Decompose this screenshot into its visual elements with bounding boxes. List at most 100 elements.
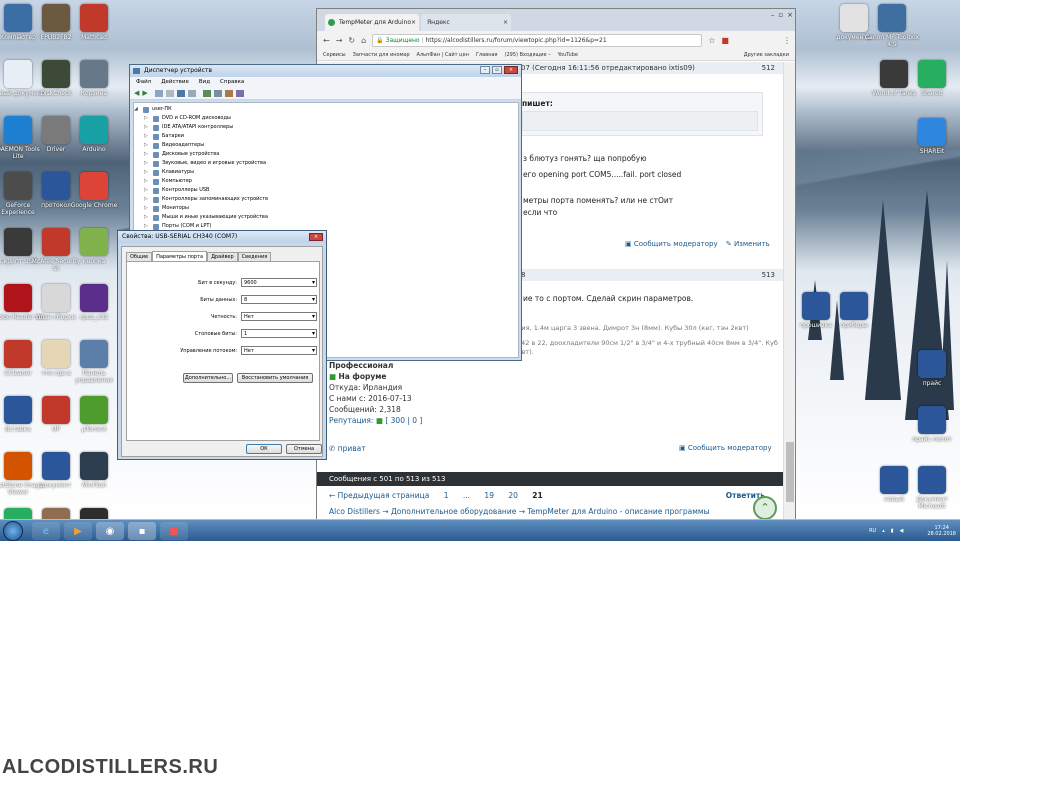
minimize-icon[interactable]: –	[771, 11, 775, 19]
desktop-shortcut[interactable]: SHAREit	[904, 118, 960, 155]
prev-page-link[interactable]: ← Предыдущая страница	[329, 491, 429, 500]
desktop-shortcut[interactable]: Shareit	[904, 60, 960, 97]
bookmark-item[interactable]: YouTube	[558, 52, 578, 58]
back-icon[interactable]: ◀	[134, 89, 139, 97]
minimize-icon[interactable]: –	[480, 66, 490, 74]
bookmark-item[interactable]: Главная	[476, 52, 498, 58]
stop-bits-select[interactable]: 1	[241, 329, 317, 338]
tree-root[interactable]: ◢ user-ПК	[134, 105, 518, 114]
network-icon[interactable]: ▮	[891, 528, 894, 534]
device-category[interactable]: ▷ DVD и CD-ROM дисководы	[144, 114, 518, 123]
chrome-icon[interactable]: ◉	[96, 522, 124, 540]
help-icon[interactable]	[176, 89, 185, 97]
app-task-icon[interactable]: ■	[160, 522, 188, 540]
expand-arrow-icon[interactable]: ▷	[144, 114, 149, 123]
expand-arrow-icon[interactable]: ▷	[144, 204, 149, 213]
bookmark-item[interactable]: АльпФан | Сайт цен	[417, 52, 469, 58]
star-icon[interactable]: ☆	[708, 36, 715, 45]
desktop-shortcut[interactable]: приборы	[826, 292, 882, 329]
private-link[interactable]: ✆ приват	[329, 444, 366, 453]
forward-icon[interactable]: →	[336, 36, 343, 45]
desktop-shortcut[interactable]: MiniTool	[66, 452, 122, 489]
bookmark-item[interactable]: Сервисы	[323, 52, 346, 58]
volume-icon[interactable]: ◀	[900, 528, 904, 534]
desktop-shortcut[interactable]: Корзина	[66, 60, 122, 97]
maximize-icon[interactable]: ▫	[492, 66, 502, 74]
expand-arrow-icon[interactable]: ▷	[144, 150, 149, 159]
bookmark-item[interactable]: Другие закладки	[744, 52, 789, 58]
page-link[interactable]: 20	[508, 491, 518, 500]
baud-rate-select[interactable]: 9600	[241, 278, 317, 287]
menu-item[interactable]: Файл	[136, 77, 151, 87]
grid-icon[interactable]	[187, 89, 196, 97]
expand-arrow-icon[interactable]: ▷	[144, 132, 149, 141]
maximize-icon[interactable]: ▫	[778, 11, 783, 19]
desktop-shortcut[interactable]: cpuz_x32	[66, 284, 122, 321]
expand-arrow-icon[interactable]: ▷	[144, 213, 149, 222]
desktop-shortcut[interactable]: Mathcad	[66, 4, 122, 41]
page-link[interactable]: 19	[484, 491, 494, 500]
restore-defaults-button[interactable]: Восстановить умолчания	[237, 373, 313, 383]
tray-arrow-icon[interactable]: ▴	[882, 528, 885, 534]
data-bits-select[interactable]: 8	[241, 295, 317, 304]
menu-item[interactable]: Действие	[161, 77, 189, 87]
desktop-shortcut[interactable]: Панель управления	[66, 340, 122, 384]
device-category[interactable]: ▷ Дисковые устройства	[144, 150, 518, 159]
media-player-icon[interactable]: ▶	[64, 522, 92, 540]
flow-control-select[interactable]: Нет	[241, 346, 317, 355]
desktop-shortcut[interactable]: Документ Microsoft	[904, 466, 960, 510]
extension-icon[interactable]: ■	[721, 36, 729, 45]
menu-item[interactable]: Вид	[199, 77, 210, 87]
home-icon[interactable]: ⌂	[361, 36, 366, 45]
desktop-shortcut[interactable]: Arduino	[66, 116, 122, 153]
breadcrumb-item[interactable]: Дополнительное оборудование	[391, 507, 516, 516]
edit-button[interactable]: ✎ Изменить	[726, 240, 770, 248]
back-icon[interactable]: ←	[323, 36, 330, 45]
close-icon[interactable]: ×	[309, 233, 323, 241]
expand-arrow-icon[interactable]: ▷	[144, 159, 149, 168]
desktop-shortcut[interactable]: прайс-пилот	[904, 406, 960, 443]
tab-close-icon[interactable]: ×	[503, 14, 508, 31]
device-category[interactable]: ▷ Звуковые, видео и игровые устройства	[144, 159, 518, 168]
device-category[interactable]: ▷ Батареи	[144, 132, 518, 141]
expand-arrow-icon[interactable]: ▷	[144, 168, 149, 177]
device-category[interactable]: ▷ Компьютер	[144, 177, 518, 186]
bookmark-item[interactable]: Запчасти для иномар	[353, 52, 410, 58]
tree-view-icon[interactable]	[154, 89, 163, 97]
device-category[interactable]: ▷ Видеоадаптеры	[144, 141, 518, 150]
rep-plus-icon[interactable]: ■	[376, 416, 383, 425]
menu-item[interactable]: Справка	[220, 77, 244, 87]
scan-icon[interactable]	[202, 89, 211, 97]
forward-icon[interactable]: ▶	[142, 89, 147, 97]
tab-active[interactable]: TempMeter для Arduino ×	[325, 14, 419, 31]
reload-icon[interactable]: ↻	[348, 36, 355, 45]
uninstall-icon[interactable]	[235, 89, 244, 97]
scrollbar[interactable]	[783, 62, 795, 519]
advanced-button[interactable]: Дополнительно...	[183, 373, 233, 383]
device-category[interactable]: ▷ IDE ATA/ATAPI контроллеры	[144, 123, 518, 132]
scrollbar-thumb[interactable]	[786, 442, 794, 502]
device-manager-task-icon[interactable]: ▪	[128, 522, 156, 540]
expand-arrow-icon[interactable]: ▷	[144, 177, 149, 186]
report-button[interactable]: ▣ Сообщить модератору	[625, 240, 718, 248]
ie-icon[interactable]: e	[32, 522, 60, 540]
expand-arrow-icon[interactable]: ▷	[144, 141, 149, 150]
device-category[interactable]: ▷ Клавиатуры	[144, 168, 518, 177]
report-button[interactable]: ▣ Сообщить модератору	[679, 444, 772, 452]
expand-arrow-icon[interactable]: ▷	[144, 123, 149, 132]
breadcrumb-item[interactable]: TempMeter для Arduino - описание програм…	[527, 507, 709, 516]
scroll-up-icon[interactable]: ⌃	[753, 496, 777, 519]
page-link[interactable]: 1	[444, 491, 449, 500]
desktop-shortcut[interactable]: кнопка	[66, 228, 122, 265]
close-icon[interactable]: ×	[787, 11, 793, 19]
device-category[interactable]: ▷ Мониторы	[144, 204, 518, 213]
update-driver-icon[interactable]	[213, 89, 222, 97]
device-category[interactable]: ▷ Мыши и иные указывающие устройства	[144, 213, 518, 222]
address-bar[interactable]: 🔒 Защищено | https://alcodistillers.ru/f…	[372, 33, 703, 47]
device-category[interactable]: ▷ Контроллеры запоминающих устройств	[144, 195, 518, 204]
close-icon[interactable]: ×	[504, 66, 518, 74]
disable-icon[interactable]	[224, 89, 233, 97]
desktop-shortcut[interactable]: прайс	[904, 350, 960, 387]
bookmark-item[interactable]: (295) Входящие –	[505, 52, 551, 58]
language-indicator[interactable]: RU	[869, 528, 876, 534]
